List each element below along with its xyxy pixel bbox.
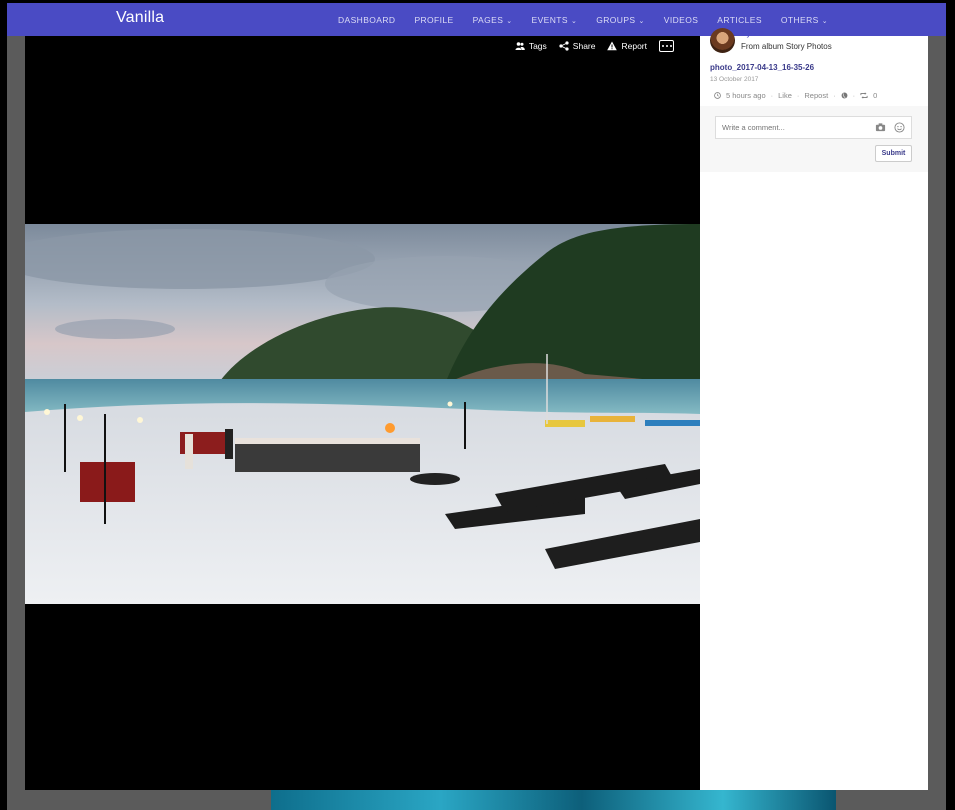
more-options-button[interactable] (659, 40, 674, 52)
photo-meta-row: 5 hours ago · Like · Repost · · 0 (714, 91, 877, 100)
like-link[interactable]: Like (778, 91, 792, 100)
users-icon (515, 42, 525, 50)
globe-icon[interactable] (841, 92, 848, 99)
camera-icon[interactable] (875, 122, 886, 133)
share-button[interactable]: Share (559, 41, 595, 51)
beach-photo (25, 224, 700, 604)
share-icon (559, 41, 569, 51)
author-name[interactable]: Sylvie (741, 28, 832, 40)
report-button[interactable]: Report (607, 41, 647, 51)
brand-logo[interactable]: Vanilla (116, 9, 164, 27)
comment-area: Submit (700, 106, 928, 172)
warning-icon (607, 41, 618, 51)
nav-videos[interactable]: VIDEOS (664, 15, 699, 25)
time-ago: 5 hours ago (726, 91, 766, 100)
repost-link[interactable]: Repost (804, 91, 828, 100)
nav-profile[interactable]: PROFILE (414, 15, 453, 25)
tags-button[interactable]: Tags (515, 41, 547, 51)
nav-articles[interactable]: ARTICLES (717, 15, 762, 25)
chevron-down-icon: ⌄ (570, 17, 578, 25)
chevron-down-icon: ⌄ (821, 17, 828, 25)
comment-input[interactable] (722, 123, 862, 132)
photo-date: 13 October 2017 (710, 76, 759, 83)
author-row: Sylvie From album Story Photos (710, 28, 832, 53)
photo-title: photo_2017-04-13_16-35-26 (710, 63, 815, 72)
chevron-down-icon: ⌄ (638, 17, 645, 25)
retweet-icon (860, 92, 868, 99)
album-link[interactable]: From album Story Photos (741, 42, 832, 51)
nav-groups[interactable]: GROUPS ⌄ (596, 15, 645, 25)
avatar[interactable] (710, 28, 735, 53)
background-image-strip (271, 790, 836, 810)
photo-toolbar: Tags Share Report (515, 40, 674, 52)
nav-dashboard[interactable]: DASHBOARD (338, 15, 395, 25)
smiley-icon[interactable] (894, 122, 905, 133)
photo-sidebar: Sylvie From album Story Photos photo_201… (700, 28, 928, 790)
clock-icon (714, 92, 721, 99)
submit-button[interactable]: Submit (875, 145, 912, 162)
nav-events[interactable]: EVENTS ⌄ (532, 15, 578, 25)
nav-others[interactable]: OTHERS ⌄ (781, 15, 828, 25)
ellipsis-icon (661, 45, 664, 47)
comment-box (715, 116, 912, 139)
repost-count: 0 (873, 91, 878, 100)
chevron-down-icon: ⌄ (506, 17, 513, 25)
nav-pages[interactable]: PAGES ⌄ (473, 15, 513, 25)
photo-viewer: Tags Share Report (25, 36, 700, 790)
